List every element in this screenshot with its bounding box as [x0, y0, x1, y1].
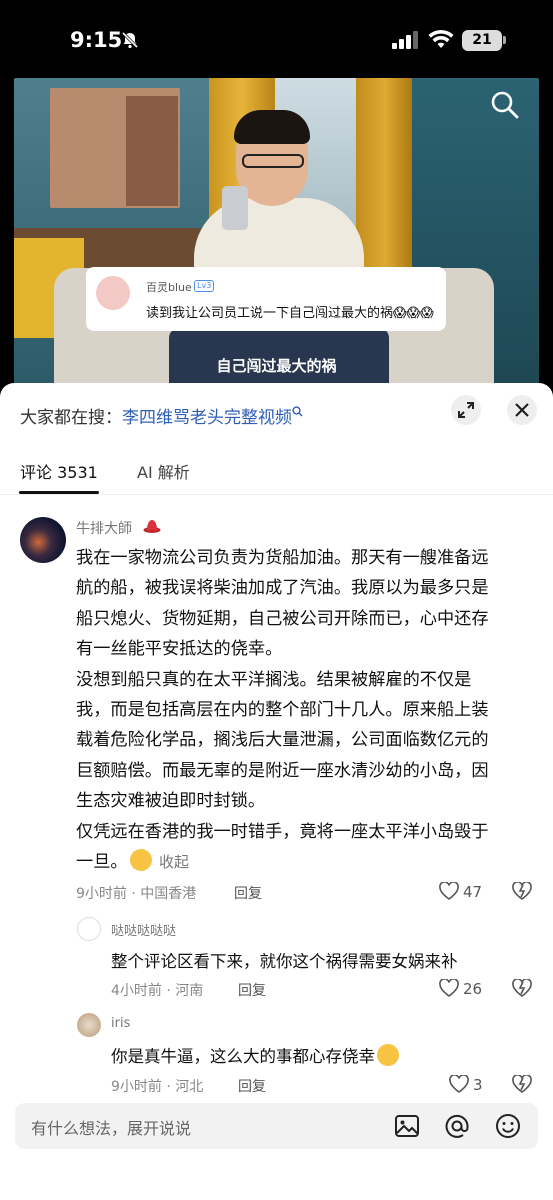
- tab-divider: [0, 494, 553, 495]
- like-heart-icon[interactable]: [449, 1075, 469, 1093]
- comment-input-bar: 有什么想法，展开说说: [0, 1095, 553, 1200]
- status-bar: 9:15 21: [0, 0, 553, 78]
- small-search-icon: [292, 406, 303, 417]
- bell-muted-icon: [121, 31, 139, 49]
- avatar[interactable]: [20, 517, 66, 563]
- close-button[interactable]: [507, 395, 537, 425]
- battery-indicator: 21: [462, 30, 502, 51]
- like-count: 3: [473, 1076, 483, 1094]
- comment-paragraph: 仅凭远在香港的我一时错手，竟将一座太平洋小岛毁于 一旦。 收起: [76, 817, 526, 878]
- dislike-heart-icon[interactable]: [512, 1075, 532, 1093]
- reply-username[interactable]: iris: [111, 1016, 130, 1031]
- reply-meta: 9小时前 · 河北: [111, 1079, 204, 1095]
- reply-text-content: 你是真牛逼，这么大的事都心存侥幸: [111, 1047, 375, 1066]
- tab-ai-analysis[interactable]: AI 解析: [137, 459, 190, 483]
- reply-avatar[interactable]: [77, 917, 101, 941]
- cellular-signal-icon: [392, 31, 418, 49]
- video-comment-overlay: 百灵blue Lv3 读到我让公司员工说一下自己闯过最大的祸😱😱😱: [86, 267, 446, 331]
- comment-username[interactable]: 牛排大師: [76, 518, 132, 538]
- like-heart-icon[interactable]: [439, 979, 459, 997]
- wifi-icon: [428, 29, 454, 48]
- comments-panel: 大家都在搜：李四维骂老头完整视频 评论 3531 AI 解析 牛排大師 我在一家…: [0, 383, 553, 1200]
- search-icon[interactable]: [490, 90, 520, 120]
- reply-text: 整个评论区看下来，就你这个祸得需要女娲来补: [111, 952, 458, 971]
- video-person-hair: [234, 110, 310, 144]
- hat-emoji-icon: [143, 520, 161, 533]
- mention-icon[interactable]: [444, 1113, 470, 1139]
- overlay-avatar: [96, 276, 130, 310]
- hot-search-prefix: 大家都在搜：: [20, 408, 122, 428]
- hot-search-keyword[interactable]: 李四维骂老头完整视频: [122, 408, 292, 428]
- comment-paragraph: 没想到船只真的在太平洋搁浅。结果被解雇的不仅是 我，而是包括高层在内的整个部门十…: [76, 669, 489, 812]
- close-icon: [515, 403, 529, 417]
- crying-laugh-emoji-icon: [377, 1044, 399, 1066]
- tab-comments[interactable]: 评论 3531: [20, 459, 98, 483]
- comment-meta: 9小时前 · 中国香港: [76, 886, 197, 902]
- reply-button[interactable]: 回复: [238, 980, 266, 1000]
- collapse-link[interactable]: 收起: [159, 853, 189, 871]
- dislike-heart-icon[interactable]: [512, 979, 532, 997]
- video-person-phone: [222, 186, 248, 230]
- reply-meta: 4小时前 · 河南: [111, 983, 204, 999]
- video-scene-board-dark: [126, 96, 178, 206]
- video-caption: 自己闯过最大的祸: [216, 357, 337, 375]
- overlay-username: 百灵blue: [146, 281, 192, 294]
- reply-username[interactable]: 哒哒哒哒哒: [111, 920, 176, 939]
- battery-tip: [503, 36, 506, 44]
- like-count: 26: [463, 980, 483, 998]
- reply-text: 你是真牛逼，这么大的事都心存侥幸: [111, 1043, 401, 1067]
- comment-input-placeholder: 有什么想法，展开说说: [31, 1119, 192, 1138]
- image-icon[interactable]: [394, 1113, 420, 1139]
- status-time: 9:15: [70, 28, 123, 52]
- dislike-heart-icon[interactable]: [512, 882, 532, 900]
- like-heart-icon[interactable]: [439, 882, 459, 900]
- reply-button[interactable]: 回复: [238, 1076, 266, 1096]
- expand-icon: [458, 402, 474, 418]
- expand-button[interactable]: [451, 395, 481, 425]
- comment-body: 我在一家物流公司负责为货船加油。那天有一艘准备远 航的船，被我误将柴油加成了汽油…: [76, 543, 526, 877]
- video-person-glasses: [242, 154, 304, 168]
- reply-avatar[interactable]: [77, 1013, 101, 1037]
- overlay-level-badge: Lv3: [194, 280, 215, 292]
- crying-laugh-emoji-icon: [129, 849, 152, 872]
- video-player[interactable]: [14, 78, 539, 398]
- like-count: 47: [463, 883, 483, 901]
- overlay-text: 读到我让公司员工说一下自己闯过最大的祸😱😱😱: [146, 306, 434, 321]
- comment-paragraph: 我在一家物流公司负责为货船加油。那天有一艘准备远 航的船，被我误将柴油加成了汽油…: [76, 548, 489, 660]
- reply-button[interactable]: 回复: [234, 883, 262, 903]
- hot-search[interactable]: 大家都在搜：李四维骂老头完整视频: [20, 403, 303, 428]
- emoji-icon[interactable]: [495, 1113, 521, 1139]
